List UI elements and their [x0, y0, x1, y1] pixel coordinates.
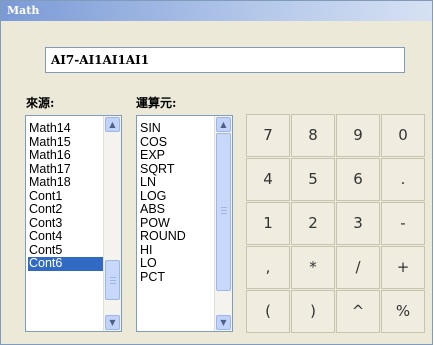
key-close-paren-button[interactable]: ): [291, 290, 335, 333]
list-item[interactable]: SQRT: [139, 162, 215, 177]
expression-input[interactable]: AI7-AI1AI1AI1: [45, 47, 405, 73]
key-divide-button[interactable]: /: [336, 246, 380, 289]
key-one-button[interactable]: 1: [246, 202, 290, 245]
list-item[interactable]: ABS: [139, 202, 215, 217]
list-item[interactable]: Cont4: [28, 229, 104, 244]
list-item[interactable]: LN: [139, 175, 215, 190]
list-item[interactable]: HI: [139, 243, 215, 258]
key-decimal-button[interactable]: .: [381, 158, 425, 201]
key-five-button[interactable]: 5: [291, 158, 335, 201]
key-plus-button[interactable]: +: [381, 246, 425, 289]
operator-listbox[interactable]: SIN COS EXP SQRT LN LOG ABS POW ROUND HI LO PCT ▲ ▼: [136, 115, 233, 332]
source-label: 來源:: [26, 96, 55, 110]
list-item[interactable]: LOG: [139, 189, 215, 204]
key-power-button[interactable]: ^: [336, 290, 380, 333]
key-six-button[interactable]: 6: [336, 158, 380, 201]
arrow-up-icon[interactable]: ▲: [105, 117, 120, 132]
source-scrollbar[interactable]: ▲ ▼: [103, 116, 121, 331]
operator-label: 運算元:: [136, 96, 177, 110]
list-item[interactable]: Cont6: [28, 256, 104, 271]
list-item[interactable]: PCT: [139, 270, 215, 285]
list-item[interactable]: POW: [139, 216, 215, 231]
key-seven-button[interactable]: 7: [246, 114, 290, 157]
title-bar: Math: [1, 1, 432, 21]
key-multiply-button[interactable]: *: [291, 246, 335, 289]
arrow-up-icon[interactable]: ▲: [216, 117, 231, 132]
source-scroll-thumb[interactable]: [105, 260, 120, 300]
key-three-button[interactable]: 3: [336, 202, 380, 245]
source-listbox[interactable]: Math14 Math15 Math16 Math17 Math18 Cont1 Cont2…: [25, 115, 122, 332]
key-open-paren-button[interactable]: (: [246, 290, 290, 333]
list-item[interactable]: EXP: [139, 148, 215, 163]
operator-scroll-thumb[interactable]: [216, 133, 231, 291]
list-item[interactable]: ROUND: [139, 229, 215, 244]
list-item[interactable]: COS: [139, 135, 215, 150]
key-minus-button[interactable]: -: [381, 202, 425, 245]
math-window: Math AI7-AI1AI1AI1 來源: 運算元: Math14 Math15…: [0, 0, 433, 345]
list-item[interactable]: Math16: [28, 148, 104, 163]
list-item[interactable]: Cont2: [28, 202, 104, 217]
list-item[interactable]: Cont1: [28, 189, 104, 204]
key-zero-button[interactable]: 0: [381, 114, 425, 157]
list-item[interactable]: SIN: [139, 121, 215, 136]
list-item[interactable]: LO: [139, 256, 215, 271]
window-title: Math: [7, 4, 40, 17]
key-four-button[interactable]: 4: [246, 158, 290, 201]
key-two-button[interactable]: 2: [291, 202, 335, 245]
operator-scrollbar[interactable]: ▲ ▼: [214, 116, 232, 331]
arrow-down-icon[interactable]: ▼: [216, 315, 231, 330]
key-nine-button[interactable]: 9: [336, 114, 380, 157]
list-item[interactable]: Math14: [28, 121, 104, 136]
list-item[interactable]: Math15: [28, 135, 104, 150]
list-item[interactable]: Cont5: [28, 243, 104, 258]
key-percent-button[interactable]: %: [381, 290, 425, 333]
source-items: Math14 Math15 Math16 Math17 Math18 Cont1 Cont2…: [28, 121, 104, 271]
arrow-down-icon[interactable]: ▼: [105, 315, 120, 330]
list-item[interactable]: Cont3: [28, 216, 104, 231]
key-comma-button[interactable]: ,: [246, 246, 290, 289]
keypad: 7 8 9 0 4 5 6. 1 2 3-, * / + () ^%: [246, 114, 429, 336]
list-item[interactable]: Math18: [28, 175, 104, 190]
operator-items: SIN COS EXP SQRT LN LOG ABS POW ROUND HI LO PCT: [139, 121, 215, 285]
key-eight-button[interactable]: 8: [291, 114, 335, 157]
list-item[interactable]: Math17: [28, 162, 104, 177]
